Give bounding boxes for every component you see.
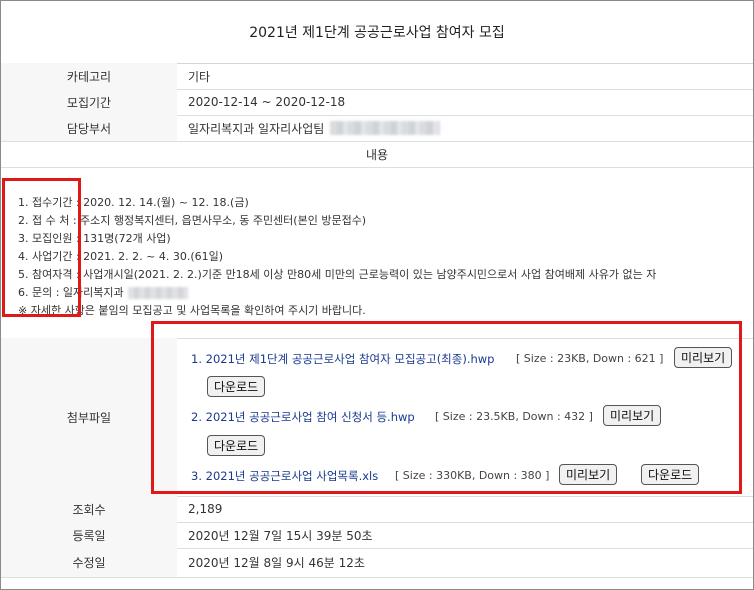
redacted-contact: [127, 287, 188, 299]
registered-value: 2020년 12월 7일 15시 39분 50초: [188, 528, 373, 543]
modified-row: 수정일 2020년 12월 8일 9시 46분 12초: [1, 548, 753, 578]
redacted-phone: [330, 121, 441, 135]
registered-row: 등록일 2020년 12월 7일 15시 39분 50초: [1, 522, 753, 549]
views-row: 조회수 2,189: [1, 496, 753, 523]
modified-label: 수정일: [1, 548, 177, 577]
highlight-box-content-labels: [2, 178, 81, 317]
period-row: 모집기간 2020-12-14 ~ 2020-12-18: [1, 89, 753, 116]
period-value: 2020-12-14 ~ 2020-12-18: [188, 95, 346, 109]
department-cell: 일자리복지과 일자리사업팀: [188, 115, 753, 141]
category-value: 기타: [188, 69, 211, 84]
department-value: 일자리복지과 일자리사업팀: [188, 121, 325, 136]
views-value: 2,189: [188, 502, 223, 516]
category-label: 카테고리: [1, 63, 177, 89]
department-label: 담당부서: [1, 115, 177, 141]
content-line: 5. 참여자격 : 사업개시일(2021. 2. 2.)기준 만18세 이상 만…: [18, 268, 657, 281]
views-label: 조회수: [1, 496, 177, 522]
content-body: 1. 접수기간 : 2020. 12. 14.(월) ~ 12. 18.(금) …: [1, 168, 753, 339]
content-header: 내용: [1, 141, 753, 168]
page-title: 2021년 제1단계 공공근로사업 참여자 모집: [1, 1, 753, 64]
notice-detail-panel: 2021년 제1단계 공공근로사업 참여자 모집 카테고리 기타 모집기간 20…: [0, 0, 754, 590]
period-label: 모집기간: [1, 89, 177, 115]
category-row: 카테고리 기타: [1, 63, 753, 90]
department-row: 담당부서 일자리복지과 일자리사업팀: [1, 115, 753, 142]
highlight-box-attachments: [151, 321, 742, 494]
registered-label: 등록일: [1, 522, 177, 548]
modified-value: 2020년 12월 8일 9시 46분 12초: [188, 556, 365, 570]
